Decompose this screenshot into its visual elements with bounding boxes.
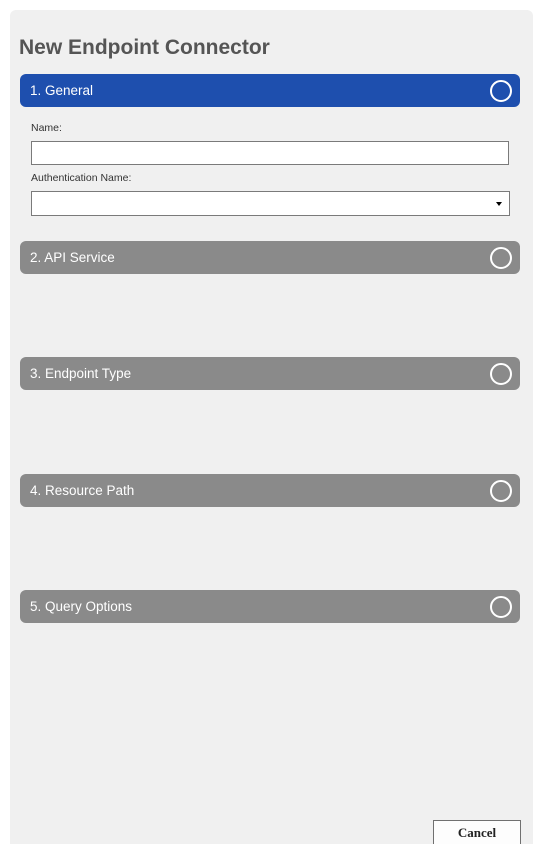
step-header-endpoint-type[interactable]: 3. Endpoint Type <box>20 357 520 390</box>
step-header-query-options[interactable]: 5. Query Options <box>20 590 520 623</box>
step-header-general[interactable]: 1. General <box>20 74 520 107</box>
step-header-api-service[interactable]: 2. API Service <box>20 241 520 274</box>
authentication-name-dropdown[interactable] <box>31 191 510 216</box>
step-header-resource-path[interactable]: 4. Resource Path <box>20 474 520 507</box>
cancel-button[interactable]: Cancel <box>433 820 521 844</box>
step-label-query-options: 5. Query Options <box>30 599 133 614</box>
circle-icon <box>490 79 512 102</box>
step-label-api-service: 2. API Service <box>30 250 115 265</box>
name-label: Name: <box>31 122 62 134</box>
step-label-general: 1. General <box>30 83 94 98</box>
circle-icon <box>490 246 512 269</box>
authentication-name-label: Authentication Name: <box>31 172 132 184</box>
dialog-title: New Endpoint Connector <box>19 36 270 59</box>
circle-icon <box>490 362 512 385</box>
step-label-resource-path: 4. Resource Path <box>30 483 135 498</box>
dialog-panel <box>10 10 533 844</box>
name-input[interactable] <box>31 141 509 165</box>
caret-down-icon <box>496 202 502 206</box>
step-label-endpoint-type: 3. Endpoint Type <box>30 366 132 381</box>
circle-icon <box>490 595 512 618</box>
circle-icon <box>490 479 512 502</box>
